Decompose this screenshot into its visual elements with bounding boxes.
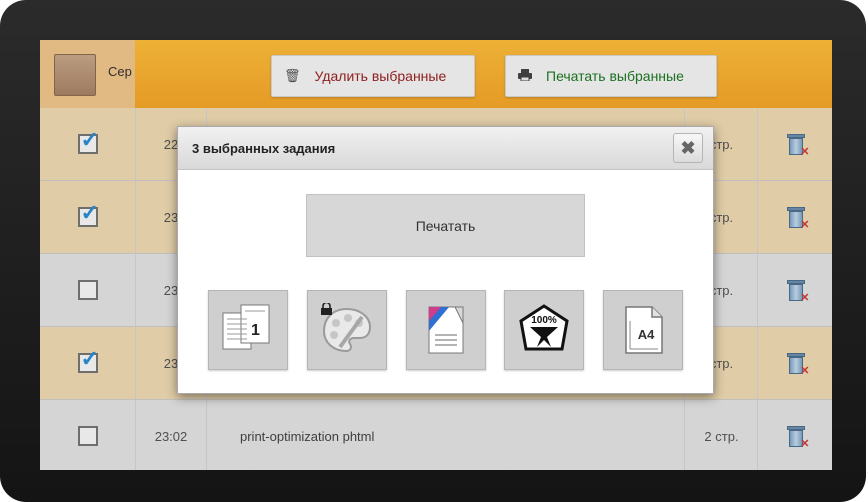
- color-mode-button[interactable]: [307, 290, 387, 370]
- copies-button[interactable]: 1: [208, 290, 288, 370]
- print-options-dialog: 3 выбранных задания ✖ Печатать 1 100% A4: [177, 126, 714, 394]
- dialog-header: 3 выбранных задания ✖: [178, 127, 713, 170]
- scale-button[interactable]: 100%: [504, 290, 584, 370]
- copies-value: 1: [251, 322, 260, 339]
- paper-size-button[interactable]: A4: [603, 290, 683, 370]
- paper-size-value: A4: [638, 327, 655, 342]
- device-frame: Сер 🗑 Удалить выбранные Печатать выбранн…: [0, 0, 866, 502]
- dialog-title: 3 выбранных задания: [192, 141, 336, 156]
- copies-icon: 1: [222, 304, 270, 350]
- paper-size-icon: A4: [625, 306, 663, 354]
- close-icon: ✖: [680, 137, 696, 158]
- app-screen: Сер 🗑 Удалить выбранные Печатать выбранн…: [40, 40, 832, 470]
- scale-100-icon: 100%: [519, 304, 569, 351]
- print-button[interactable]: Печатать: [306, 194, 585, 257]
- lock-icon: [321, 303, 332, 315]
- scale-value: 100%: [531, 315, 557, 326]
- page-color-icon: [428, 306, 464, 354]
- close-button[interactable]: ✖: [673, 133, 703, 163]
- page-color-button[interactable]: [406, 290, 486, 370]
